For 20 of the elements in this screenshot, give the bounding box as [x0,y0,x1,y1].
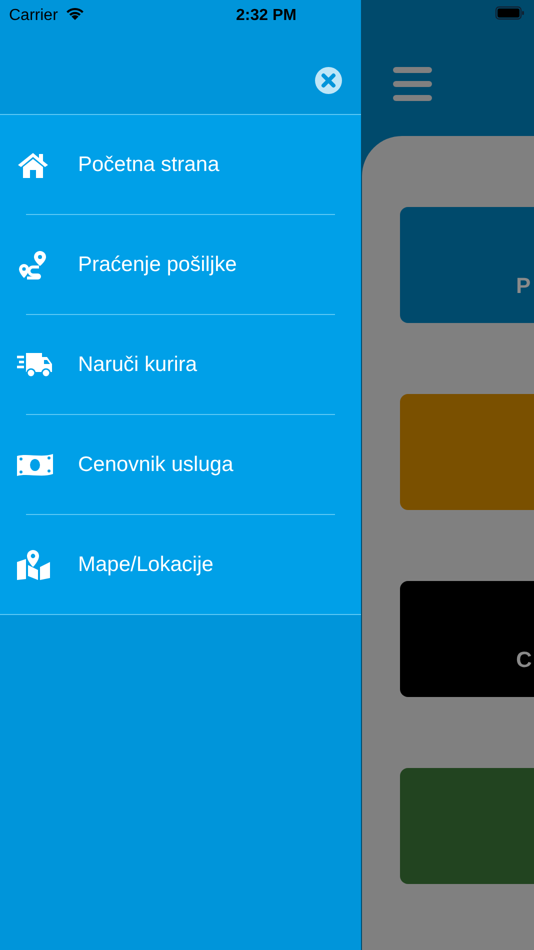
menu-button[interactable] [393,67,432,101]
menu-item[interactable]: Praćenje pošiljke [78,248,237,280]
truck-icon [17,350,53,378]
status-time: 2:32 PM [236,6,296,26]
battery-icon [495,6,525,21]
menu-item[interactable]: Cenovnik usluga [78,448,234,480]
carrier-label: Carrier [9,6,58,26]
menu-card[interactable]: P [400,207,534,323]
route-icon [17,250,47,280]
card-label: C [516,646,532,674]
house-icon [17,150,49,178]
menu-card[interactable]: C [400,581,534,697]
menu-item[interactable]: Naruči kurira [78,348,198,380]
wifi-icon [65,6,85,21]
menu-item[interactable]: Početna strana [78,148,220,180]
close-icon[interactable] [315,67,342,94]
banknote-icon [17,452,53,476]
map-icon [17,550,50,580]
menu-item[interactable]: Mape/Lokacije [78,548,214,580]
card-label: P [516,272,531,300]
